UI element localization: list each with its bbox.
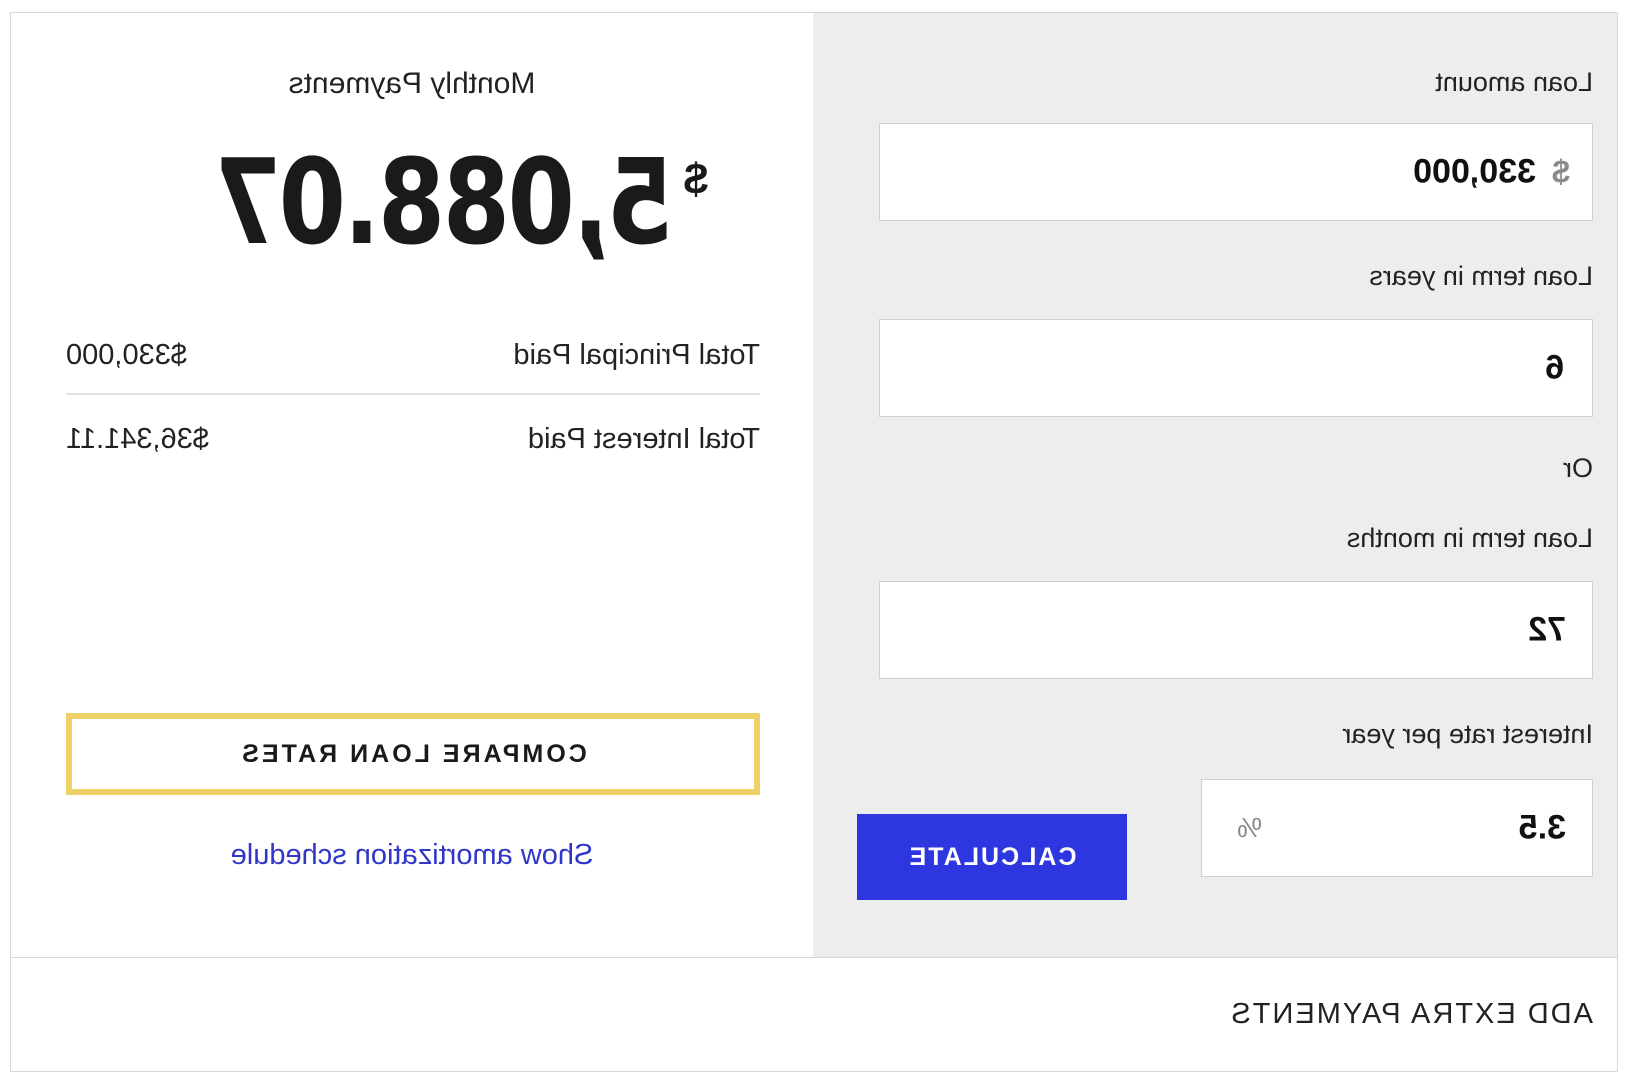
loan-term-years-field[interactable]: 6	[879, 319, 1593, 417]
loan-calculator: Loan amount $ 330,000 Loan term in years…	[10, 12, 1618, 1072]
dollar-prefix-icon: $	[1552, 153, 1570, 190]
total-principal-value: $330,000	[66, 339, 187, 371]
loan-amount-label: Loan amount	[1435, 67, 1593, 97]
total-interest-label: Total Interest Paid	[527, 423, 760, 455]
loan-amount-field[interactable]: $ 330,000	[879, 123, 1593, 221]
interest-rate-field[interactable]: 3.5 %	[1201, 779, 1593, 877]
total-principal-label: Total Principal Paid	[513, 339, 760, 371]
mirrored-view: Loan amount $ 330,000 Loan term in years…	[0, 0, 1626, 1077]
or-label: Or	[1563, 453, 1593, 483]
results-panel: Monthly Payments $5,088.07 Total Princip…	[11, 13, 813, 957]
loan-term-months-field[interactable]: 72	[879, 581, 1593, 679]
loan-term-years-value: 6	[1545, 348, 1564, 387]
percent-icon: %	[1237, 812, 1262, 843]
calculate-button[interactable]: CALCULATE	[857, 814, 1127, 900]
monthly-payment-value: 5,088.07	[216, 133, 674, 271]
monthly-payment-amount: $5,088.07	[11, 133, 813, 271]
divider	[66, 393, 760, 395]
input-panel: Loan amount $ 330,000 Loan term in years…	[813, 13, 1617, 957]
compare-loan-rates-button[interactable]: COMPARE LOAN RATES	[66, 713, 760, 795]
total-interest-row: Total Interest Paid $36,341.11	[66, 423, 760, 467]
loan-term-months-label: Loan term in months	[1346, 523, 1593, 553]
add-extra-payments-toggle[interactable]: ADD EXTRA PAYMENTS	[1229, 998, 1593, 1031]
loan-amount-value: 330,000	[1413, 152, 1536, 191]
loan-term-months-value: 72	[1528, 610, 1566, 649]
interest-rate-label: Interest rate per year	[1342, 719, 1593, 749]
total-principal-row: Total Principal Paid $330,000	[66, 339, 760, 383]
extra-payments-bar: ADD EXTRA PAYMENTS	[11, 957, 1617, 1071]
total-interest-value: $36,341.11	[66, 423, 209, 455]
show-amortization-link[interactable]: Show amortization schedule	[11, 839, 813, 872]
interest-rate-value: 3.5	[1518, 808, 1566, 847]
monthly-payments-title: Monthly Payments	[288, 67, 536, 100]
loan-term-years-label: Loan term in years	[1369, 261, 1593, 291]
currency-symbol: $	[683, 155, 709, 204]
